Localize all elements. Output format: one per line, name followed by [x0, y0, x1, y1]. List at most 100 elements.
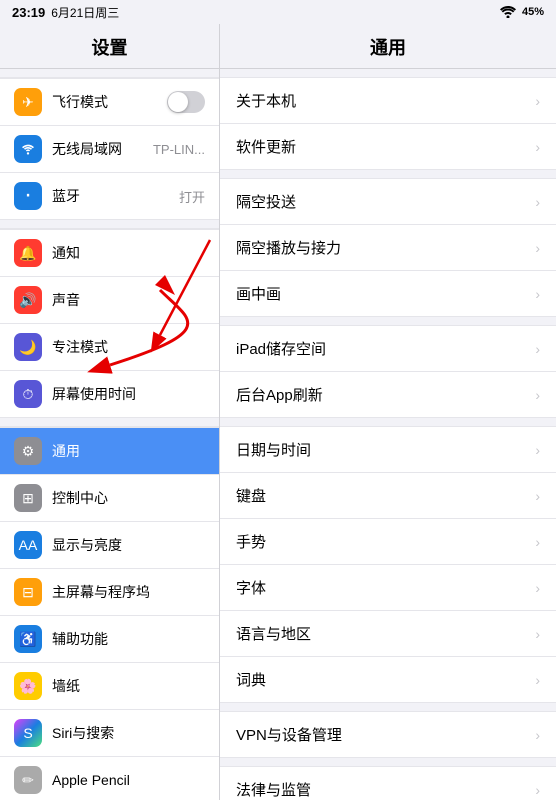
sidebar-item-home-label: 主屏幕与程序坞 — [52, 582, 205, 602]
main-section-airplay: 隔空投送 › 隔空播放与接力 › 画中画 › — [220, 178, 556, 317]
sound-icon: 🔊 — [14, 286, 42, 314]
chevron-icon: › — [535, 194, 540, 210]
accessibility-icon: ♿ — [14, 625, 42, 653]
sidebar-item-display-label: 显示与亮度 — [52, 535, 205, 555]
sidebar-item-screen-time-label: 屏幕使用时间 — [52, 384, 205, 404]
sidebar-item-wallpaper-label: 墙纸 — [52, 676, 205, 696]
software-label: 软件更新 — [236, 136, 527, 157]
main-row-airplay-handoff[interactable]: 隔空播放与接力 › — [220, 225, 556, 271]
sidebar-item-focus-label: 专注模式 — [52, 337, 205, 357]
chevron-icon: › — [535, 240, 540, 256]
sidebar-item-general[interactable]: ⚙ 通用 — [0, 427, 219, 475]
sidebar-item-airplane[interactable]: ✈ 飞行模式 — [0, 78, 219, 126]
sidebar-item-home[interactable]: ⊟ 主屏幕与程序坞 — [0, 569, 219, 616]
sidebar-system-group: ⚙ 通用 ⊞ 控制中心 AA 显示与亮度 ⊟ 主屏幕与程序坞 ♿ 辅助功能 🌸 … — [0, 426, 219, 800]
chevron-icon: › — [535, 286, 540, 302]
general-icon: ⚙ — [14, 437, 42, 465]
main-row-bg-app[interactable]: 后台App刷新 › — [220, 372, 556, 417]
sidebar-item-pencil-label: Apple Pencil — [52, 772, 205, 788]
chevron-icon: › — [535, 672, 540, 688]
sidebar-item-pencil[interactable]: ✏ Apple Pencil — [0, 757, 219, 800]
sidebar-item-sound-label: 声音 — [52, 290, 205, 310]
chevron-icon: › — [535, 387, 540, 403]
airplay-label: 隔空投送 — [236, 191, 527, 212]
main-row-font[interactable]: 字体 › — [220, 565, 556, 611]
main-row-vpn[interactable]: VPN与设备管理 › — [220, 712, 556, 757]
display-icon: AA — [14, 531, 42, 559]
main-content: 通用 关于本机 › 软件更新 › 隔空投送 › 隔空播放与接力 › 画中画 — [220, 24, 556, 800]
keyboard-label: 键盘 — [236, 485, 527, 506]
wifi-value: TP-LIN... — [153, 142, 205, 157]
sidebar-item-wallpaper[interactable]: 🌸 墙纸 — [0, 663, 219, 710]
main-row-language[interactable]: 语言与地区 › — [220, 611, 556, 657]
chevron-icon: › — [535, 139, 540, 155]
chevron-icon: › — [535, 782, 540, 798]
main-section-about: 关于本机 › 软件更新 › — [220, 77, 556, 170]
sidebar-item-notify-label: 通知 — [52, 243, 205, 263]
font-label: 字体 — [236, 577, 527, 598]
app-container: 设置 ✈ 飞行模式 无线局域网 TP-LIN... ‧ 蓝牙 打开 — [0, 24, 556, 800]
main-row-datetime[interactable]: 日期与时间 › — [220, 427, 556, 473]
main-row-pip[interactable]: 画中画 › — [220, 271, 556, 316]
main-row-gesture[interactable]: 手势 › — [220, 519, 556, 565]
chevron-icon: › — [535, 488, 540, 504]
main-section-legal: 法律与监管 › — [220, 766, 556, 800]
status-icons: 45% — [500, 6, 544, 18]
sidebar-item-control-label: 控制中心 — [52, 488, 205, 508]
ipad-storage-label: iPad储存空间 — [236, 338, 527, 359]
status-date: 6月21日周三 — [51, 4, 119, 21]
chevron-icon: › — [535, 341, 540, 357]
wifi-sidebar-icon — [14, 135, 42, 163]
sidebar-item-wifi[interactable]: 无线局域网 TP-LIN... — [0, 126, 219, 173]
language-label: 语言与地区 — [236, 623, 527, 644]
about-label: 关于本机 — [236, 90, 527, 111]
status-bar: 23:19 6月21日周三 45% — [0, 0, 556, 24]
sidebar-item-display[interactable]: AA 显示与亮度 — [0, 522, 219, 569]
main-title: 通用 — [220, 24, 556, 69]
main-row-airplay[interactable]: 隔空投送 › — [220, 179, 556, 225]
sidebar-item-accessibility[interactable]: ♿ 辅助功能 — [0, 616, 219, 663]
notify-icon: 🔔 — [14, 239, 42, 267]
main-row-keyboard[interactable]: 键盘 › — [220, 473, 556, 519]
home-icon: ⊟ — [14, 578, 42, 606]
gesture-label: 手势 — [236, 531, 527, 552]
chevron-icon: › — [535, 580, 540, 596]
sidebar: 设置 ✈ 飞行模式 无线局域网 TP-LIN... ‧ 蓝牙 打开 — [0, 24, 220, 800]
main-row-storage[interactable]: iPad储存空间 › — [220, 326, 556, 372]
pencil-icon: ✏ — [14, 766, 42, 794]
main-row-dictionary[interactable]: 词典 › — [220, 657, 556, 702]
control-icon: ⊞ — [14, 484, 42, 512]
sidebar-item-accessibility-label: 辅助功能 — [52, 629, 205, 649]
airplay-handoff-label: 隔空播放与接力 — [236, 237, 527, 258]
main-row-software[interactable]: 软件更新 › — [220, 124, 556, 169]
main-row-legal[interactable]: 法律与监管 › — [220, 767, 556, 800]
chevron-icon: › — [535, 727, 540, 743]
status-time: 23:19 — [12, 5, 45, 20]
legal-label: 法律与监管 — [236, 779, 527, 800]
main-row-about[interactable]: 关于本机 › — [220, 78, 556, 124]
wifi-icon — [500, 6, 516, 18]
chevron-icon: › — [535, 534, 540, 550]
dictionary-label: 词典 — [236, 669, 527, 690]
sidebar-item-focus[interactable]: 🌙 专注模式 — [0, 324, 219, 371]
sidebar-item-siri-label: Siri与搜索 — [52, 723, 205, 743]
datetime-label: 日期与时间 — [236, 439, 527, 460]
bg-app-label: 后台App刷新 — [236, 384, 527, 405]
siri-icon: S — [14, 719, 42, 747]
sidebar-item-bluetooth[interactable]: ‧ 蓝牙 打开 — [0, 173, 219, 220]
sidebar-item-screen-time[interactable]: ⏱ 屏幕使用时间 — [0, 371, 219, 418]
sidebar-connectivity-group: ✈ 飞行模式 无线局域网 TP-LIN... ‧ 蓝牙 打开 — [0, 77, 219, 220]
bluetooth-value: 打开 — [179, 187, 205, 206]
bluetooth-icon: ‧ — [14, 182, 42, 210]
screen-time-icon: ⏱ — [14, 380, 42, 408]
chevron-icon: › — [535, 626, 540, 642]
sidebar-item-sound[interactable]: 🔊 声音 — [0, 277, 219, 324]
sidebar-item-control[interactable]: ⊞ 控制中心 — [0, 475, 219, 522]
main-section-datetime: 日期与时间 › 键盘 › 手势 › 字体 › 语言与地区 › 词典 › — [220, 426, 556, 703]
pip-label: 画中画 — [236, 283, 527, 304]
chevron-icon: › — [535, 442, 540, 458]
airplane-toggle[interactable] — [167, 91, 205, 113]
sidebar-item-siri[interactable]: S Siri与搜索 — [0, 710, 219, 757]
airplane-icon: ✈ — [14, 88, 42, 116]
sidebar-item-notify[interactable]: 🔔 通知 — [0, 229, 219, 277]
